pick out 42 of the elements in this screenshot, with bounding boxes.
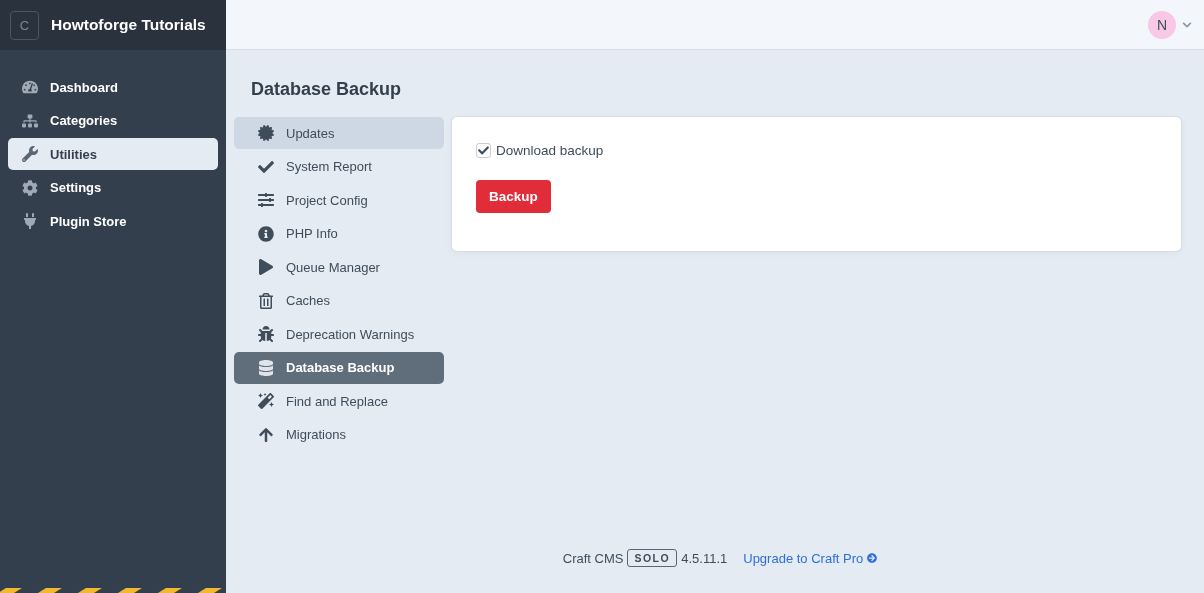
utility-item[interactable]: Updates	[234, 117, 444, 149]
product-name: Craft CMS	[562, 550, 624, 566]
utility-item[interactable]: Find and Replace	[234, 385, 444, 417]
utility-item[interactable]: System Report	[234, 150, 444, 183]
info-icon	[258, 225, 274, 242]
nav-item[interactable]: Utilities	[8, 138, 218, 170]
nav-item[interactable]: Dashboard	[8, 71, 218, 103]
user-avatar[interactable]: N	[1148, 10, 1176, 39]
upgrade-link[interactable]: Upgrade to Craft Pro	[743, 550, 878, 566]
edition-badge: SOLO	[627, 549, 678, 567]
backup-button[interactable]: Backup	[476, 180, 551, 213]
utility-item[interactable]: Migrations	[234, 418, 444, 451]
database-icon	[258, 359, 274, 376]
wrench-icon	[22, 146, 38, 162]
chevron-down-icon[interactable]	[1182, 19, 1192, 30]
bug-icon	[258, 326, 274, 342]
sliders-icon	[258, 192, 274, 208]
magic-wand-icon	[258, 393, 274, 409]
gear-icon	[22, 179, 38, 196]
trash-icon	[258, 292, 274, 309]
checkbox[interactable]	[476, 143, 491, 158]
badge-icon	[258, 125, 274, 141]
plug-icon	[22, 213, 38, 229]
nav-item[interactable]: Plugin Store	[8, 205, 218, 237]
sitemap-icon	[22, 112, 38, 129]
page-title: Database Backup	[251, 79, 403, 101]
checkbox-label: Download backup	[496, 143, 604, 158]
utility-item[interactable]: Caches	[234, 284, 444, 317]
arrow-up-icon	[258, 426, 274, 443]
utility-item[interactable]: Queue Manager	[234, 251, 444, 283]
site-logo[interactable]: C	[10, 10, 39, 40]
site-name: Howtoforge Tutorials	[51, 16, 206, 34]
utility-item[interactable]: PHP Info	[234, 217, 444, 250]
nav-item[interactable]: Categories	[8, 104, 218, 137]
utility-item[interactable]: Project Config	[234, 184, 444, 216]
dashboard-icon	[22, 79, 38, 95]
nav-item[interactable]: Settings	[8, 171, 218, 204]
check-icon	[258, 158, 274, 175]
utility-item[interactable]: Database Backup	[234, 351, 444, 384]
version-text: 4.5.11.1	[681, 550, 728, 566]
utility-item[interactable]: Deprecation Warnings	[234, 318, 444, 350]
play-icon	[258, 259, 274, 275]
